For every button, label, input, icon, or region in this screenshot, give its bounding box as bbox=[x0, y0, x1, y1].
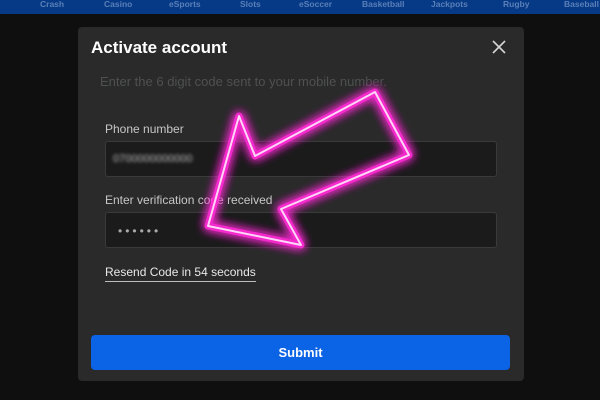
nav-item-casino[interactable]: Casino bbox=[104, 0, 132, 9]
activate-account-dialog: Activate account Enter the 6 digit code … bbox=[78, 27, 524, 381]
close-button[interactable] bbox=[489, 37, 509, 57]
verification-code-field[interactable] bbox=[105, 212, 497, 248]
close-icon bbox=[492, 40, 506, 54]
nav-item-esports[interactable]: eSports bbox=[169, 0, 201, 9]
nav-item-esoccer[interactable]: eSoccer bbox=[299, 0, 332, 9]
phone-number-label: Phone number bbox=[105, 122, 184, 136]
nav-item-rugby[interactable]: Rugby bbox=[503, 0, 529, 9]
resend-code-link[interactable]: Resend Code in 54 seconds bbox=[105, 265, 256, 282]
nav-item-basketball[interactable]: Basketball bbox=[362, 0, 405, 9]
verification-code-label: Enter verification code received bbox=[105, 193, 273, 207]
phone-number-field[interactable]: 0700000000000 bbox=[105, 141, 497, 177]
nav-item-crash[interactable]: Crash bbox=[40, 0, 64, 9]
nav-item-baseball[interactable]: Baseball bbox=[564, 0, 599, 9]
submit-button[interactable]: Submit bbox=[91, 335, 510, 370]
dialog-title: Activate account bbox=[91, 38, 228, 57]
top-navigation-bar: Crash Casino eSports Slots eSoccer Baske… bbox=[0, 0, 600, 14]
phone-number-value: 0700000000000 bbox=[113, 153, 193, 165]
nav-item-jackpots[interactable]: Jackpots bbox=[431, 0, 468, 9]
verification-code-input[interactable] bbox=[118, 221, 318, 241]
nav-item-slots[interactable]: Slots bbox=[240, 0, 261, 9]
instruction-text: Enter the 6 digit code sent to your mobi… bbox=[100, 74, 387, 89]
